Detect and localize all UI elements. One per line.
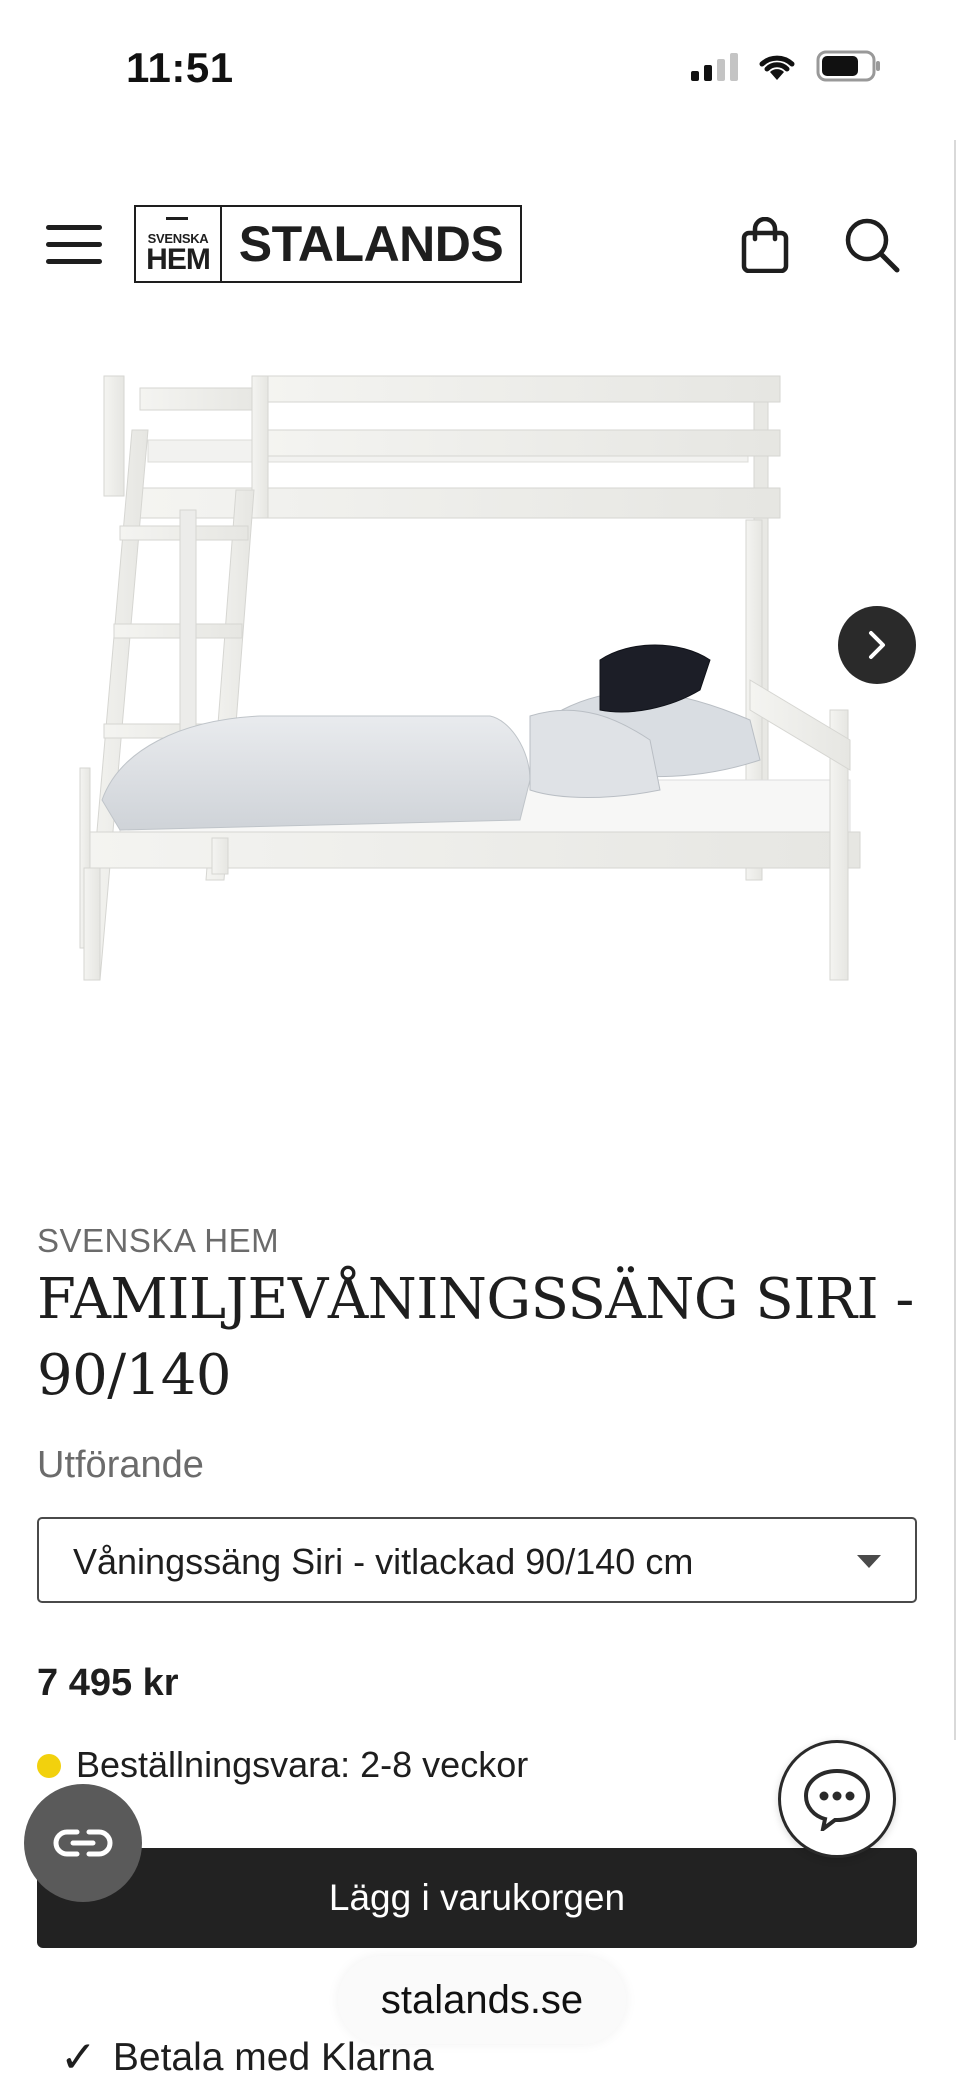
link-icon (53, 1829, 113, 1857)
product-price: 7 495 kr (37, 1662, 179, 1704)
stock-status-dot (37, 1754, 61, 1778)
logo-mark: SVENSKA HEM (136, 207, 222, 281)
cellular-signal-icon (691, 51, 738, 81)
page-scrollbar[interactable] (954, 140, 956, 1740)
chat-bubble-icon (803, 1768, 871, 1831)
chevron-right-icon (869, 631, 885, 659)
shopping-bag-icon[interactable] (740, 217, 790, 273)
reader-mode-button[interactable] (24, 1784, 142, 1902)
image-next-button[interactable] (838, 606, 916, 684)
product-brand[interactable]: SVENSKA HEM (37, 1222, 279, 1260)
klarna-text: Betala med Klarna (112, 2036, 434, 2079)
status-bar: 11:51 (0, 0, 960, 130)
logo-small-bottom: HEM (146, 243, 211, 276)
variant-selected-value: Våningssäng Siri - vitlackad 90/140 cm (73, 1541, 694, 1582)
status-icons (691, 50, 882, 82)
status-time: 11:51 (126, 44, 234, 91)
variant-label: Utförande (37, 1444, 204, 1486)
stock-status-text: Beställningsvara: 2-8 veckor (76, 1744, 529, 1785)
browser-url-bar[interactable]: stalands.se (338, 1956, 626, 2044)
wifi-icon (759, 55, 795, 80)
battery-icon (816, 50, 880, 82)
product-image[interactable] (60, 360, 900, 1000)
caret-down-icon (857, 1555, 881, 1568)
site-header: SVENSKA HEM STALANDS (0, 195, 960, 295)
logo-wordmark: STALANDS (238, 216, 504, 272)
search-icon[interactable] (842, 215, 902, 275)
menu-icon[interactable] (46, 223, 102, 267)
klarna-payment-note: ✓ Betala med Klarna (60, 2036, 434, 2080)
add-to-cart-button[interactable]: Lägg i varukorgen (37, 1848, 917, 1948)
site-logo[interactable]: SVENSKA HEM STALANDS (134, 205, 522, 283)
variant-select[interactable]: Våningssäng Siri - vitlackad 90/140 cm (37, 1517, 917, 1603)
product-title: FAMILJEVÅNINGSSÄNG SIRI - 90/140 (37, 1267, 914, 1408)
chat-button[interactable] (778, 1740, 896, 1858)
checkmark-icon: ✓ (60, 2033, 97, 2082)
